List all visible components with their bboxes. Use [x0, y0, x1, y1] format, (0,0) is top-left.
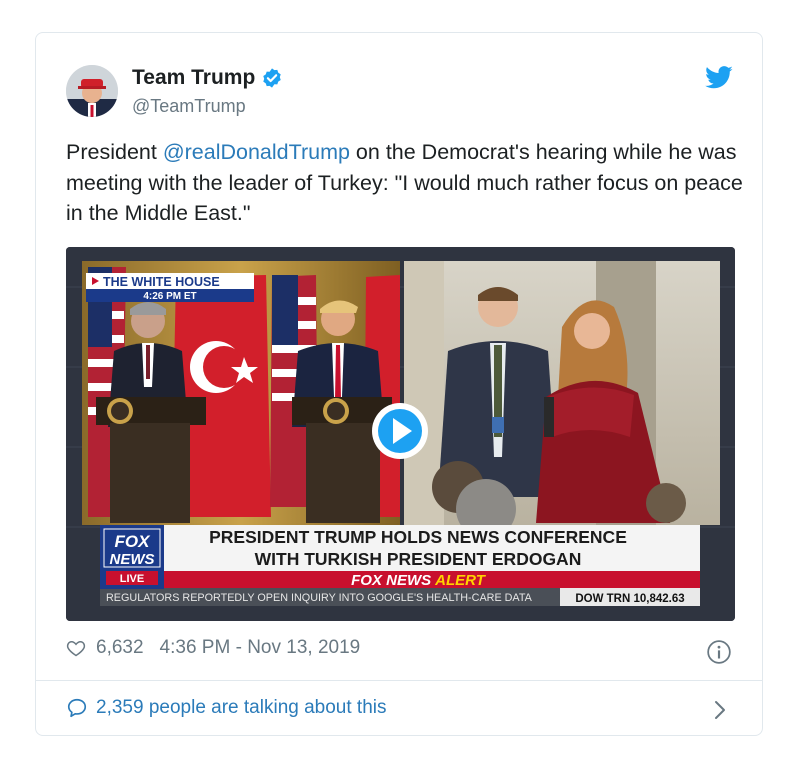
news-ticker: REGULATORS REPORTEDLY OPEN INQUIRY INTO …: [106, 592, 533, 604]
location-tag: THE WHITE HOUSE: [103, 275, 220, 289]
divider: [36, 680, 762, 681]
alert-part-1: FOX NEWS: [351, 572, 431, 589]
twitter-bird-icon[interactable]: [704, 63, 734, 93]
left-video-panel: THE WHITE HOUSE 4:26 PM ET: [82, 261, 400, 525]
play-icon[interactable]: [372, 403, 428, 459]
mention-link[interactable]: @realDonaldTrump: [163, 140, 350, 164]
dow-ticker: DOW TRN 10,842.63: [575, 593, 684, 605]
svg-text:NEWS: NEWS: [110, 551, 155, 568]
tweet-card: Team Trump @TeamTrump President @realDon…: [35, 32, 763, 736]
location-time: 4:26 PM ET: [143, 291, 196, 302]
author-name[interactable]: Team Trump: [132, 66, 255, 90]
heart-icon[interactable]: [66, 638, 86, 658]
avatar[interactable]: [66, 65, 118, 117]
timestamp[interactable]: 4:36 PM - Nov 13, 2019: [160, 637, 361, 659]
alert-part-2: ALERT: [434, 572, 487, 589]
headline-line-2: WITH TURKISH PRESIDENT ERDOGAN: [255, 549, 582, 569]
talking-text[interactable]: 2,359 people are talking about this: [96, 697, 387, 719]
like-count[interactable]: 6,632: [96, 637, 144, 659]
headline-line-1: PRESIDENT TRUMP HOLDS NEWS CONFERENCE: [209, 527, 627, 547]
right-video-panel: [404, 261, 720, 539]
verified-badge-icon: [263, 68, 282, 88]
svg-text:LIVE: LIVE: [120, 573, 144, 585]
svg-text:FOX: FOX: [115, 532, 152, 551]
chevron-right-icon[interactable]: [710, 698, 730, 722]
fox-news-logo: FOX NEWS LIVE: [100, 525, 164, 589]
tweet-text: President @realDonaldTrump on the Democr…: [66, 137, 746, 229]
talking-link[interactable]: 2,359 people are talking about this: [66, 697, 387, 719]
fox-news-alert: FOX NEWS ALERT: [351, 572, 487, 589]
video-thumbnail[interactable]: THE WHITE HOUSE 4:26 PM ET PRESIDENT TRU…: [66, 247, 735, 621]
author-handle[interactable]: @TeamTrump: [132, 96, 246, 117]
tweet-meta: 6,632 4:36 PM - Nov 13, 2019: [66, 637, 360, 659]
tweet-text-part: President: [66, 140, 163, 164]
info-icon[interactable]: [706, 639, 732, 665]
speech-bubble-icon: [67, 698, 87, 718]
